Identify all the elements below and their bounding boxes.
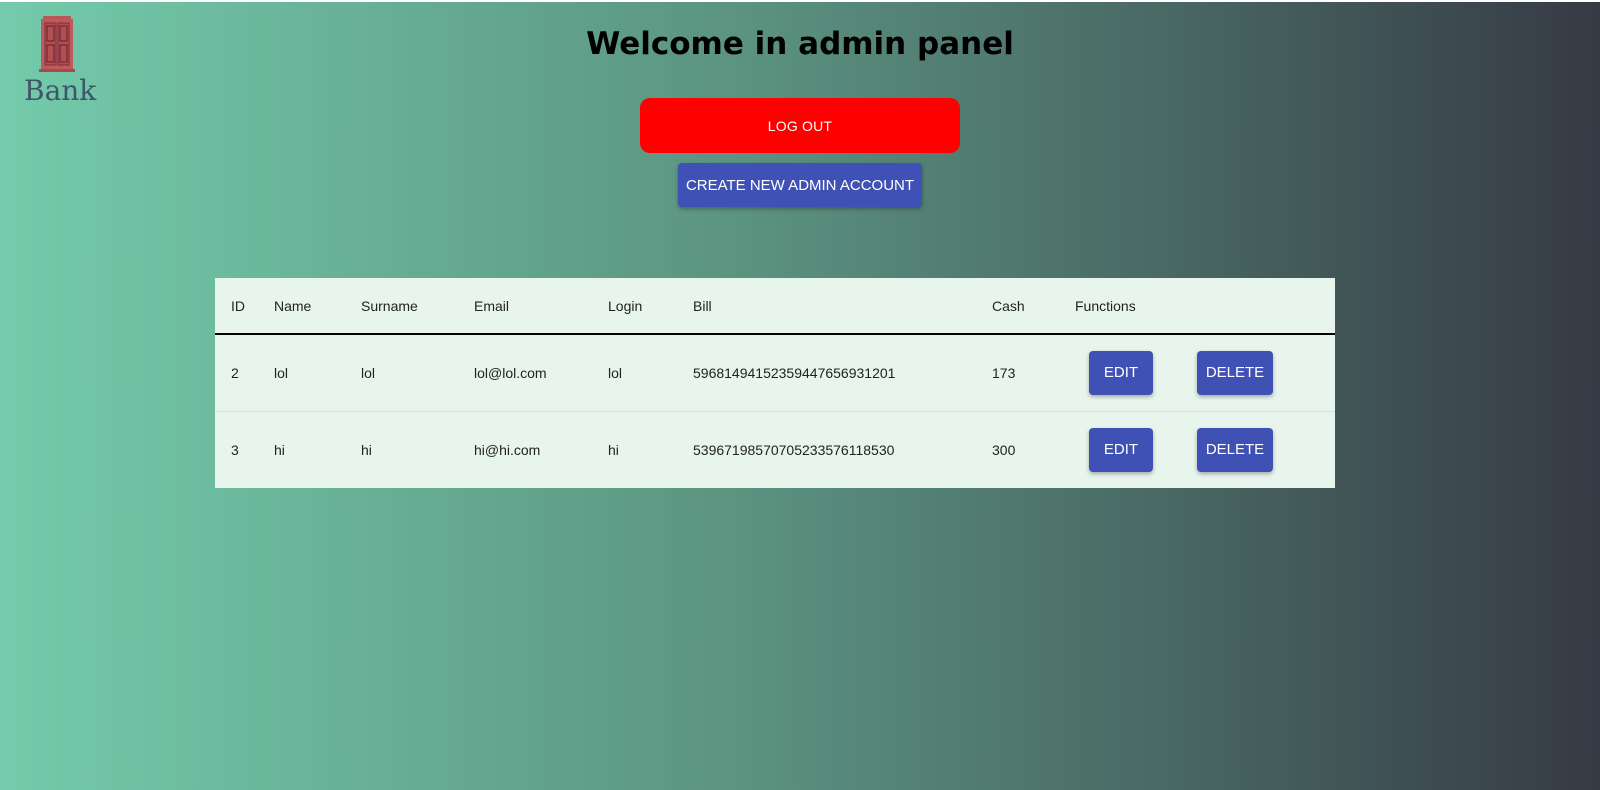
cell-cash: 173 <box>992 364 1016 381</box>
column-header-email: Email <box>474 297 510 314</box>
logo-text: Bank <box>24 74 97 107</box>
logout-button[interactable]: LOG OUT <box>640 98 960 153</box>
table-row: 3 hi hi hi@hi.com hi 5396719857070523357… <box>215 411 1335 488</box>
cell-name: lol <box>274 364 289 381</box>
delete-button[interactable]: DELETE <box>1197 350 1273 395</box>
column-header-bill: Bill <box>693 297 712 314</box>
edit-button[interactable]: EDIT <box>1089 427 1153 472</box>
cell-cash: 300 <box>992 441 1016 458</box>
cell-bill: 53967198570705233576118530 <box>693 441 895 458</box>
column-header-empty <box>1197 278 1335 334</box>
cell-email: lol@lol.com <box>474 364 547 381</box>
edit-button[interactable]: EDIT <box>1089 350 1153 395</box>
table-header-row: ID Name Surname Email Login Bill Cash Fu… <box>215 278 1335 334</box>
table-row: 2 lol lol lol@lol.com lol 59681494152359… <box>215 334 1335 411</box>
cell-id: 2 <box>231 364 239 381</box>
delete-button[interactable]: DELETE <box>1197 427 1273 472</box>
cell-name: hi <box>274 441 285 458</box>
cell-email: hi@hi.com <box>474 441 541 458</box>
column-header-name: Name <box>274 297 312 314</box>
create-admin-button[interactable]: CREATE NEW ADMIN ACCOUNT <box>678 163 922 207</box>
cell-edit: EDIT <box>1075 411 1197 488</box>
column-header-cash: Cash <box>992 297 1025 314</box>
cell-login: hi <box>608 441 619 458</box>
column-header-functions: Functions <box>1075 297 1136 314</box>
column-header-surname: Surname <box>361 297 418 314</box>
column-header-login: Login <box>608 297 643 314</box>
cell-surname: hi <box>361 441 372 458</box>
cell-id: 3 <box>231 441 239 458</box>
top-border <box>0 0 1600 2</box>
cell-login: lol <box>608 364 623 381</box>
cell-delete: DELETE <box>1197 334 1335 411</box>
column-header-id: ID <box>231 297 245 314</box>
users-table: ID Name Surname Email Login Bill Cash Fu… <box>215 278 1335 488</box>
cell-edit: EDIT <box>1075 334 1197 411</box>
page-title: Welcome in admin panel <box>586 26 1014 62</box>
cell-bill: 59681494152359447656931201 <box>693 364 896 381</box>
cell-delete: DELETE <box>1197 411 1335 488</box>
cell-surname: lol <box>361 364 376 381</box>
